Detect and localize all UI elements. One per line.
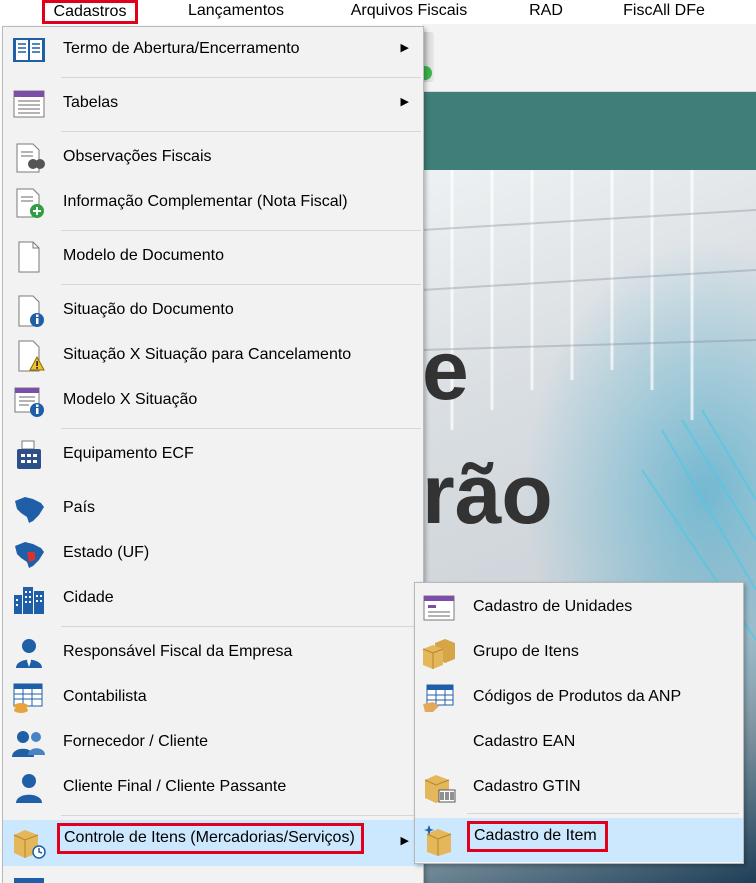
menu-item-contabilista[interactable]: Contabilista [3,678,423,718]
users-group-icon [11,727,47,759]
menu-fiscall-dfe[interactable]: FiscAll DFe [616,0,712,24]
submenu-item-label: Grupo de Itens [473,643,579,660]
header-band [422,92,756,184]
menu-item-label: Cidade [63,589,114,606]
submenu-item-label: Cadastro de Item [467,821,608,852]
window-controls [422,92,756,170]
menu-bar: Cadastros Lançamentos Arquivos Fiscais R… [0,0,756,24]
document-search-icon [11,142,47,174]
menu-item-label: Tabelas [63,94,119,111]
box-barcode-icon [421,772,457,804]
controle-itens-submenu: Cadastro de Unidades Grupo de Itens Códi… [414,582,744,864]
menu-item-label: Responsável Fiscal da Empresa [63,643,293,660]
menu-item-label: Termo de Abertura/Encerramento [63,40,300,57]
menu-arquivos-fiscais[interactable]: Arquivos Fiscais [342,0,476,24]
menu-item-equipamento-ecf[interactable]: Equipamento ECF [3,435,423,475]
menu-item-situacao-documento[interactable]: Situação do Documento [3,291,423,331]
cadastros-dropdown-menu: Termo de Abertura/Encerramento ▶ Tabelas… [2,26,424,883]
submenu-item-cadastro-ean[interactable]: Cadastro EAN [415,723,743,763]
hero-text-line-2: rão [422,447,553,541]
city-buildings-icon [11,583,47,615]
menu-item-cliente-final[interactable]: Cliente Final / Cliente Passante [3,768,423,808]
menu-item-label: Equipamento ECF [63,445,194,462]
submenu-item-label: Cadastro EAN [473,733,576,750]
menu-separator [61,626,421,627]
brazil-state-map-icon [11,538,47,570]
submenu-arrow-icon: ▶ [400,42,409,54]
table-hand-icon [421,682,457,714]
menu-item-responsavel-fiscal[interactable]: Responsável Fiscal da Empresa [3,633,423,673]
menu-rad[interactable]: RAD [524,0,568,24]
brazil-map-icon [11,493,47,525]
menu-separator [467,813,739,814]
menu-separator [61,428,421,429]
menu-separator [61,77,421,78]
menu-item-observacoes-fiscais[interactable]: Observações Fiscais [3,138,423,178]
menu-item-situacao-cancelamento[interactable]: Situação X Situação para Cancelamento [3,336,423,376]
package-clock-icon [11,827,47,859]
menu-item-cidade[interactable]: Cidade [3,579,423,619]
menu-separator [61,284,421,285]
document-info-icon [11,295,47,327]
menu-item-label: Fornecedor / Cliente [63,733,208,750]
menu-cadastros[interactable]: Cadastros [42,0,138,24]
window-list-icon [421,592,457,624]
menu-separator [61,230,421,231]
submenu-item-cadastro-gtin[interactable]: Cadastro GTIN [415,768,743,808]
menu-lancamentos[interactable]: Lançamentos [180,0,292,24]
menu-item-label: Modelo X Situação [63,391,198,408]
menu-item-label: Informação Complementar (Nota Fiscal) [63,193,348,210]
user-tie-icon [11,637,47,669]
submenu-arrow-icon: ▶ [400,835,409,847]
menu-item-pais[interactable]: País [3,489,423,529]
menu-item-label: Situação X Situação para Cancelamento [63,346,352,363]
document-warning-icon [11,340,47,372]
menu-item-informacao-complementar[interactable]: Informação Complementar (Nota Fiscal) [3,183,423,223]
menu-item-label: Controle de Itens (Mercadorias/Serviços) [57,823,364,854]
menu-item-label: Contabilista [63,688,147,705]
document-add-icon [11,187,47,219]
hero-text-line-1: e [422,323,469,417]
submenu-item-label: Cadastro GTIN [473,778,581,795]
menu-item-tabelas[interactable]: Tabelas ▶ [3,84,423,124]
menu-item-label: Estado (UF) [63,544,150,561]
spreadsheet-coins-icon [11,682,47,714]
menu-item-estado-uf[interactable]: Estado (UF) [3,534,423,574]
submenu-item-codigos-anp[interactable]: Códigos de Produtos da ANP [415,678,743,718]
menu-item-modelo-situacao[interactable]: Modelo X Situação [3,381,423,421]
menu-item-termo-abertura[interactable]: Termo de Abertura/Encerramento ▶ [3,30,423,70]
menu-item-label: Observações Fiscais [63,148,212,165]
toolbar [422,24,756,92]
next-menu-item-partial[interactable] [11,875,47,883]
menu-separator [61,815,421,816]
menu-item-label: Cliente Final / Cliente Passante [63,778,287,795]
cash-register-icon [11,439,47,471]
boxes-icon [421,637,457,669]
menu-item-label: Situação do Documento [63,301,234,318]
menu-item-modelo-documento[interactable]: Modelo de Documento [3,237,423,277]
submenu-item-cadastro-item[interactable]: Cadastro de Item [415,818,743,862]
menu-item-controle-itens[interactable]: Controle de Itens (Mercadorias/Serviços)… [3,820,423,866]
menu-separator [61,131,421,132]
submenu-item-label: Códigos de Produtos da ANP [473,688,682,705]
menu-item-label: Modelo de Documento [63,247,224,264]
blank-document-icon [11,241,47,273]
table-icon [11,88,47,120]
box-sparkle-icon [421,824,457,856]
user-icon [11,772,47,804]
book-icon [11,34,47,66]
submenu-item-grupo-itens[interactable]: Grupo de Itens [415,633,743,673]
menu-item-label: País [63,499,96,516]
list-info-icon [11,385,47,417]
submenu-item-cadastro-unidades[interactable]: Cadastro de Unidades [415,588,743,628]
submenu-arrow-icon: ▶ [400,96,409,108]
submenu-item-label: Cadastro de Unidades [473,598,633,615]
menu-item-fornecedor-cliente[interactable]: Fornecedor / Cliente [3,723,423,763]
